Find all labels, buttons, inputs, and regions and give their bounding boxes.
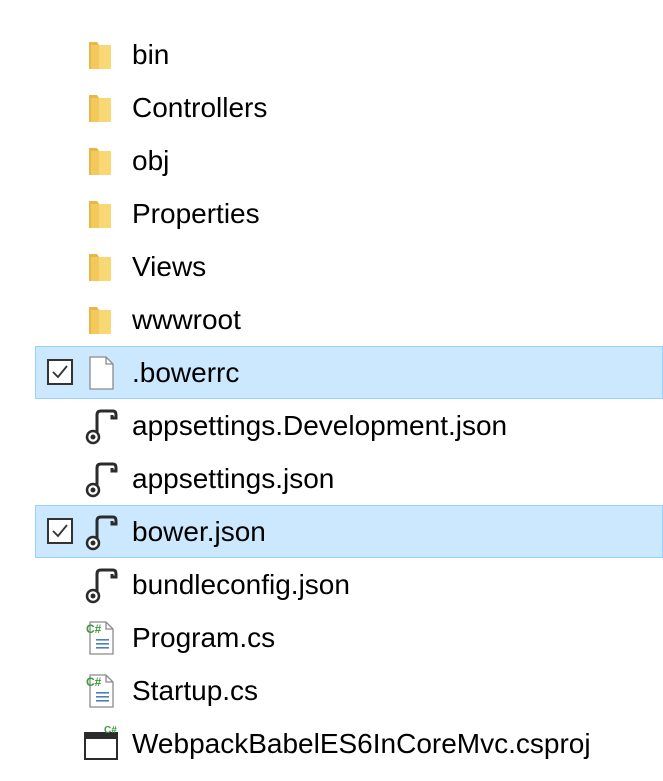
item-label: WebpackBabelES6InCoreMvc.csproj [132,728,591,759]
item-label: appsettings.Development.json [132,410,508,441]
json-file-icon [82,460,120,498]
item-checkbox[interactable] [47,359,73,385]
svg-text:C#: C# [86,622,102,636]
folder-icon [82,142,120,180]
item-label: .bowerrc [132,357,240,388]
svg-text:C#: C# [86,675,102,689]
item-label: Controllers [132,92,268,123]
blank-file-icon [82,354,120,392]
csproj-file-icon: C# [82,725,120,763]
list-item-bower-json[interactable]: bower.json [35,505,663,558]
list-item-appsettings-json[interactable]: appsettings.json [0,452,663,505]
item-label: wwwroot [132,304,241,335]
list-item-properties[interactable]: Properties [0,187,663,240]
list-item-program-cs[interactable]: C# Program.cs [0,611,663,664]
folder-icon [82,89,120,127]
item-label: bundleconfig.json [132,569,350,600]
list-item-bowerrc[interactable]: .bowerrc [35,346,663,399]
item-checkbox[interactable] [47,518,73,544]
list-item-obj[interactable]: obj [0,134,663,187]
list-item-wwwroot[interactable]: wwwroot [0,293,663,346]
csharp-file-icon: C# [82,672,120,710]
item-label: bower.json [132,516,266,547]
json-file-icon [82,513,120,551]
list-item-bundleconfig-json[interactable]: bundleconfig.json [0,558,663,611]
list-item-startup-cs[interactable]: C# Startup.cs [0,664,663,717]
csharp-file-icon: C# [82,619,120,657]
item-label: Views [132,251,207,282]
item-label: Startup.cs [132,675,259,706]
list-item-appsettings-development-json[interactable]: appsettings.Development.json [0,399,663,452]
json-file-icon [82,407,120,445]
folder-icon [82,36,120,74]
folder-icon [82,301,120,339]
folder-icon [82,195,120,233]
list-item-csproj[interactable]: C# WebpackBabelES6InCoreMvc.csproj [0,717,663,770]
svg-text:C#: C# [104,725,117,736]
item-label: Properties [132,198,260,229]
item-label: bin [132,39,170,70]
json-file-icon [82,566,120,604]
folder-icon [82,248,120,286]
item-label: Program.cs [132,622,276,653]
list-item-controllers[interactable]: Controllers [0,81,663,134]
list-item-bin[interactable]: bin [0,28,663,81]
item-label: obj [132,145,170,176]
file-list: bin Controllers obj Properties Views www… [0,28,663,770]
list-item-views[interactable]: Views [0,240,663,293]
item-label: appsettings.json [132,463,335,494]
